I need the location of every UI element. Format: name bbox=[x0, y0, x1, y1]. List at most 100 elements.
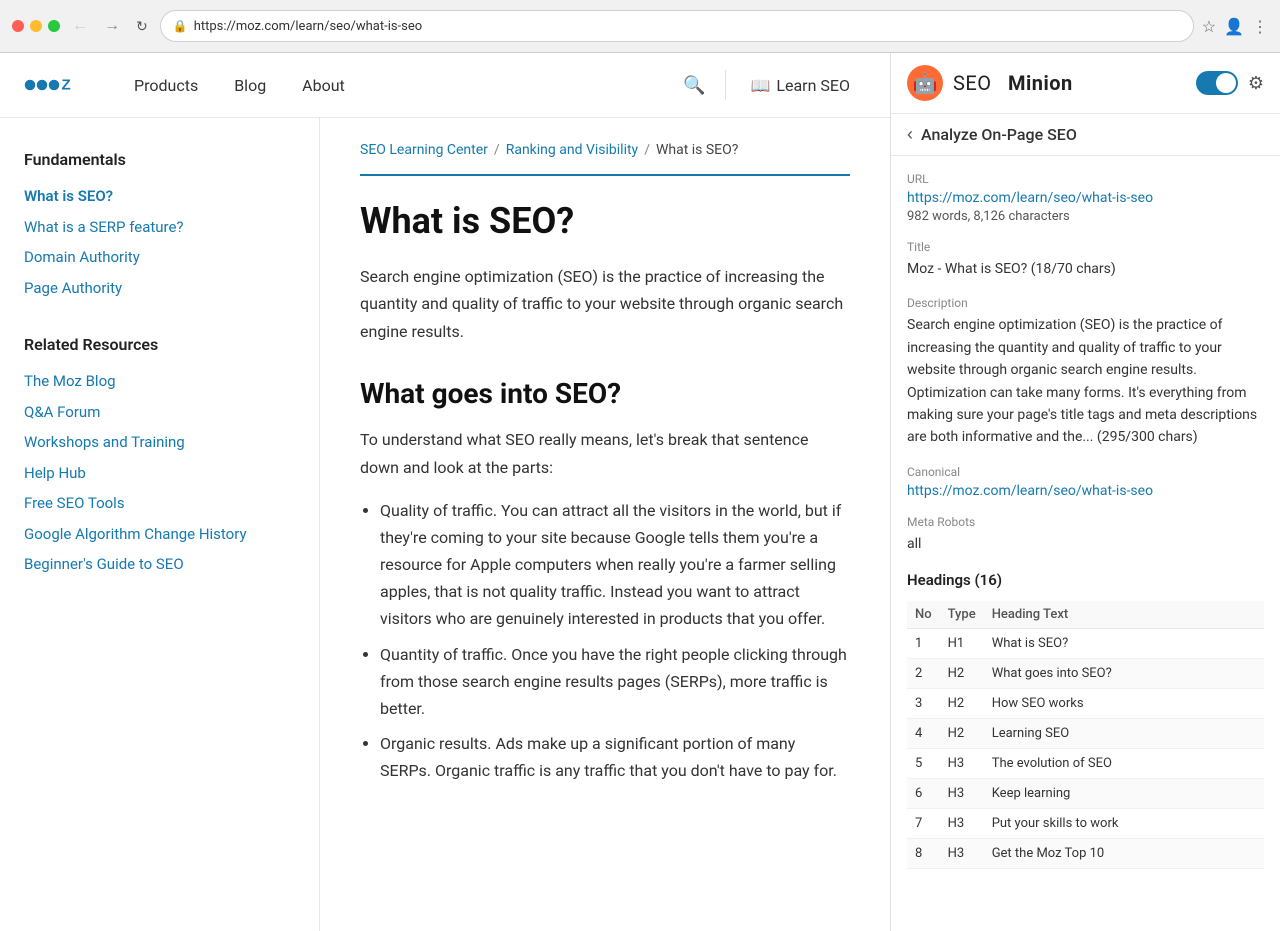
title-label: Title bbox=[907, 240, 1264, 254]
article-para1: To understand what SEO really means, let… bbox=[360, 426, 850, 480]
sidebar-item-serp[interactable]: What is a SERP feature? bbox=[24, 212, 295, 243]
word-count: 982 words, 8,126 characters bbox=[907, 209, 1070, 224]
seo-minion-title: SEO Minion bbox=[953, 71, 1073, 95]
back-button[interactable]: ← bbox=[68, 15, 92, 37]
sidebar-item-moz-blog[interactable]: The Moz Blog bbox=[24, 366, 295, 397]
seo-minion-logo: 🤖 bbox=[907, 65, 943, 101]
heading-text: Get the Moz Top 10 bbox=[984, 839, 1264, 869]
heading-type: H2 bbox=[940, 659, 984, 689]
toggle-switch[interactable] bbox=[1196, 71, 1238, 95]
meta-robots-label: Meta Robots bbox=[907, 515, 1264, 529]
browser-actions: ☆ 👤 ⋮ bbox=[1202, 17, 1268, 36]
maximize-button[interactable] bbox=[48, 20, 60, 32]
list-item-organic: Organic results. Ads make up a significa… bbox=[380, 730, 850, 784]
title-section: Title Moz - What is SEO? (18/70 chars) bbox=[907, 240, 1264, 280]
nav-about[interactable]: About bbox=[284, 53, 363, 118]
nav-products[interactable]: Products bbox=[116, 53, 216, 118]
heading-text: What is SEO? bbox=[984, 629, 1264, 659]
nav-divider bbox=[725, 70, 726, 100]
heading-no: 1 bbox=[907, 629, 940, 659]
headings-title: Headings (16) bbox=[907, 571, 1264, 589]
sidebar-item-what-is-seo[interactable]: What is SEO? bbox=[24, 181, 295, 212]
headings-section: Headings (16) No Type Heading Text 1 H1 … bbox=[907, 571, 1264, 869]
heading-text: How SEO works bbox=[984, 689, 1264, 719]
sidebar-item-beginners-guide[interactable]: Beginner's Guide to SEO bbox=[24, 549, 295, 580]
breadcrumb-sep-1: / bbox=[494, 142, 500, 158]
sidebar: Fundamentals What is SEO? What is a SERP… bbox=[0, 118, 320, 931]
menu-icon[interactable]: ⋮ bbox=[1252, 17, 1268, 36]
canonical-link[interactable]: https://moz.com/learn/seo/what-is-seo bbox=[907, 483, 1264, 499]
meta-robots-section: Meta Robots all bbox=[907, 515, 1264, 555]
logo-svg: Z bbox=[24, 70, 84, 100]
article-h1: What is SEO? bbox=[360, 200, 850, 243]
table-row: 8 H3 Get the Moz Top 10 bbox=[907, 839, 1264, 869]
breadcrumb-ranking[interactable]: Ranking and Visibility bbox=[506, 142, 638, 158]
heading-type: H2 bbox=[940, 719, 984, 749]
title-seo: SEO bbox=[953, 71, 992, 95]
forward-button[interactable]: → bbox=[100, 15, 124, 37]
table-row: 2 H2 What goes into SEO? bbox=[907, 659, 1264, 689]
table-row: 4 H2 Learning SEO bbox=[907, 719, 1264, 749]
search-icon[interactable]: 🔍 bbox=[671, 75, 717, 96]
nav-blog[interactable]: Blog bbox=[216, 53, 284, 118]
seo-minion-panel: 🤖 SEO Minion ⚙ ‹ Analyze On-Page SEO URL bbox=[890, 53, 1280, 931]
list-item-quantity: Quantity of traffic. Once you have the r… bbox=[380, 641, 850, 723]
browser-chrome: ← → ↻ 🔒 https://moz.com/learn/seo/what-i… bbox=[0, 0, 1280, 53]
description-value: Search engine optimization (SEO) is the … bbox=[907, 314, 1264, 448]
toggle-knob bbox=[1216, 73, 1236, 93]
canonical-label: Canonical bbox=[907, 465, 1264, 479]
heading-type: H3 bbox=[940, 839, 984, 869]
fundamentals-title: Fundamentals bbox=[24, 150, 295, 169]
heading-type: H3 bbox=[940, 749, 984, 779]
sidebar-item-help-hub[interactable]: Help Hub bbox=[24, 458, 295, 489]
col-type: Type bbox=[940, 601, 984, 629]
table-row: 6 H3 Keep learning bbox=[907, 779, 1264, 809]
sidebar-item-algorithm-history[interactable]: Google Algorithm Change History bbox=[24, 519, 295, 550]
article-h2: What goes into SEO? bbox=[360, 377, 850, 411]
heading-no: 3 bbox=[907, 689, 940, 719]
heading-text: Learning SEO bbox=[984, 719, 1264, 749]
minimize-button[interactable] bbox=[30, 20, 42, 32]
sidebar-item-page-authority[interactable]: Page Authority bbox=[24, 273, 295, 304]
description-label: Description bbox=[907, 296, 1264, 310]
sidebar-item-domain-authority[interactable]: Domain Authority bbox=[24, 242, 295, 273]
table-row: 5 H3 The evolution of SEO bbox=[907, 749, 1264, 779]
panel-section-title: Analyze On-Page SEO bbox=[921, 125, 1077, 144]
meta-robots-value: all bbox=[907, 533, 1264, 555]
heading-no: 7 bbox=[907, 809, 940, 839]
col-no: No bbox=[907, 601, 940, 629]
heading-no: 2 bbox=[907, 659, 940, 689]
learn-seo-button[interactable]: 📖 Learn SEO bbox=[734, 53, 866, 118]
heading-text: Put your skills to work bbox=[984, 809, 1264, 839]
content-wrapper: Fundamentals What is SEO? What is a SERP… bbox=[0, 118, 890, 931]
sidebar-item-free-tools[interactable]: Free SEO Tools bbox=[24, 488, 295, 519]
book-icon: 📖 bbox=[750, 76, 770, 95]
col-text: Heading Text bbox=[984, 601, 1264, 629]
avatar-icon[interactable]: 👤 bbox=[1224, 17, 1244, 36]
main-content: SEO Learning Center / Ranking and Visibi… bbox=[320, 118, 890, 931]
site-nav: Products Blog About 🔍 📖 Learn SEO bbox=[116, 53, 866, 118]
sidebar-item-qa-forum[interactable]: Q&A Forum bbox=[24, 397, 295, 428]
gear-icon[interactable]: ⚙ bbox=[1248, 73, 1264, 94]
canonical-section: Canonical https://moz.com/learn/seo/what… bbox=[907, 465, 1264, 499]
list-item-quality: Quality of traffic. You can attract all … bbox=[380, 497, 850, 633]
site-header: Z Products Blog About 🔍 📖 Learn SEO bbox=[0, 53, 890, 118]
url-label: URL bbox=[907, 172, 1264, 186]
url-link[interactable]: https://moz.com/learn/seo/what-is-seo bbox=[907, 190, 1264, 206]
refresh-button[interactable]: ↻ bbox=[132, 16, 152, 37]
seo-panel-nav: ‹ Analyze On-Page SEO bbox=[891, 114, 1280, 156]
moz-logo[interactable]: Z bbox=[24, 70, 84, 100]
headings-table: No Type Heading Text 1 H1 What is SEO? 2… bbox=[907, 601, 1264, 869]
address-bar[interactable]: 🔒 https://moz.com/learn/seo/what-is-seo bbox=[160, 10, 1194, 42]
star-icon[interactable]: ☆ bbox=[1202, 17, 1216, 36]
breadcrumb-learning-center[interactable]: SEO Learning Center bbox=[360, 142, 488, 158]
sidebar-item-workshops[interactable]: Workshops and Training bbox=[24, 427, 295, 458]
lock-icon: 🔒 bbox=[173, 19, 188, 33]
related-resources-title: Related Resources bbox=[24, 335, 295, 354]
breadcrumb-sep-2: / bbox=[644, 142, 650, 158]
panel-back-button[interactable]: ‹ bbox=[907, 124, 913, 145]
url-section: URL https://moz.com/learn/seo/what-is-se… bbox=[907, 172, 1264, 224]
heading-text: The evolution of SEO bbox=[984, 749, 1264, 779]
heading-no: 8 bbox=[907, 839, 940, 869]
close-button[interactable] bbox=[12, 20, 24, 32]
